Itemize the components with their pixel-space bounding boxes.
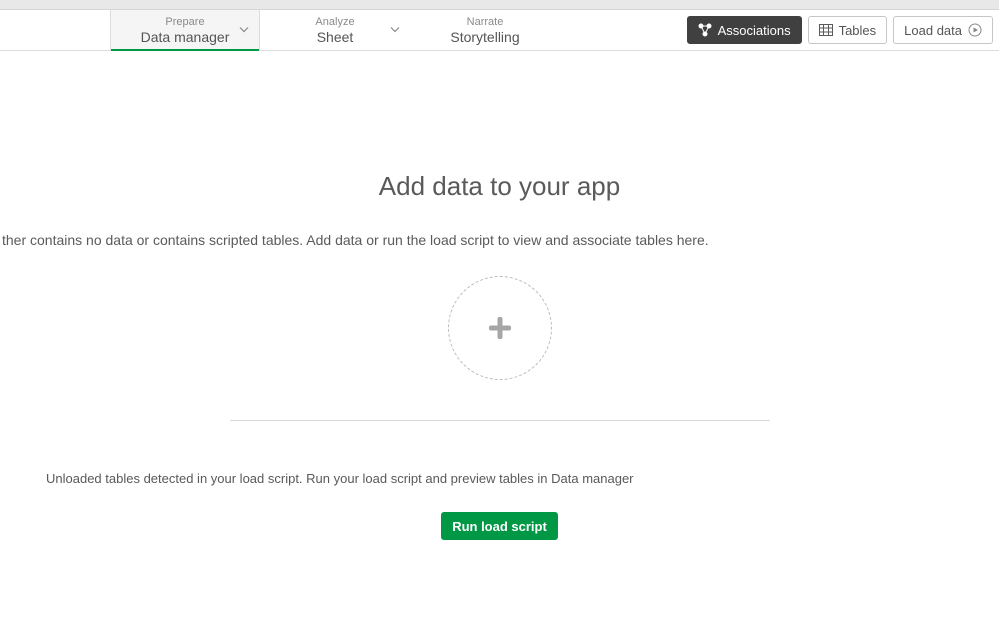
play-icon (968, 23, 982, 37)
toolbar-lead-spacer (0, 10, 110, 50)
load-data-label: Load data (904, 23, 962, 38)
main-toolbar: Prepare Data manager Analyze Sheet Narra… (0, 10, 999, 51)
chevron-down-icon (390, 25, 400, 36)
tables-label: Tables (839, 23, 877, 38)
chevron-down-icon (239, 25, 249, 36)
page-subtitle: ther contains no data or contains script… (0, 232, 999, 248)
run-load-script-label: Run load script (452, 519, 547, 534)
tab-analyze-sup: Analyze (315, 17, 354, 28)
associations-icon (698, 23, 712, 37)
main-content: Add data to your app ther contains no da… (0, 51, 999, 540)
tables-button[interactable]: Tables (808, 16, 888, 44)
page-title: Add data to your app (379, 171, 620, 202)
load-data-button[interactable]: Load data (893, 16, 993, 44)
tab-narrate-main: Storytelling (450, 30, 519, 44)
run-load-script-button[interactable]: Run load script (441, 512, 558, 540)
tab-analyze[interactable]: Analyze Sheet (260, 10, 410, 50)
tab-prepare[interactable]: Prepare Data manager (110, 10, 260, 50)
tab-prepare-sup: Prepare (165, 17, 204, 28)
add-data-button[interactable] (448, 276, 552, 380)
divider (230, 420, 770, 421)
tab-narrate-sup: Narrate (467, 17, 504, 28)
toolbar-spacer (560, 10, 687, 50)
unloaded-tables-message: Unloaded tables detected in your load sc… (0, 471, 999, 486)
tab-narrate[interactable]: Narrate Storytelling (410, 10, 560, 50)
associations-label: Associations (718, 23, 791, 38)
window-top-strip (0, 0, 999, 10)
tab-analyze-main: Sheet (317, 30, 354, 44)
plus-icon (485, 313, 515, 343)
tables-icon (819, 24, 833, 36)
tab-prepare-main: Data manager (141, 30, 230, 44)
associations-button[interactable]: Associations (687, 16, 802, 44)
toolbar-right-group: Associations Tables Load data (687, 10, 993, 50)
